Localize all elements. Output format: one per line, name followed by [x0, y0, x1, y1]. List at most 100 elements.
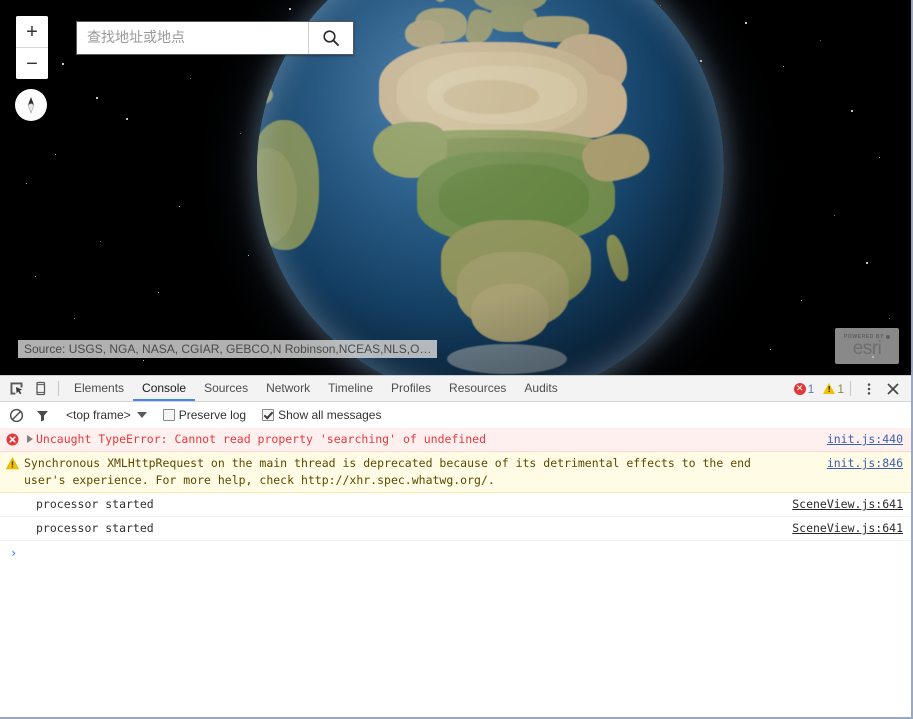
chevron-right-icon	[27, 435, 33, 443]
device-toolbar-icon	[35, 381, 45, 396]
star	[158, 292, 159, 293]
toolbar-divider-2	[850, 381, 851, 396]
console-message-row[interactable]: Synchronous XMLHttpRequest on the main t…	[0, 452, 911, 493]
filter-button[interactable]	[30, 403, 54, 427]
star	[783, 66, 784, 67]
preserve-log-label: Preserve log	[178, 408, 247, 422]
zoom-controls[interactable]: + −	[16, 16, 48, 79]
message-source-link[interactable]: SceneView.js:641	[792, 520, 903, 537]
tab-sources[interactable]: Sources	[195, 376, 257, 401]
expand-message-toggle[interactable]	[24, 431, 36, 443]
star	[700, 60, 702, 62]
close-devtools-button[interactable]	[881, 377, 905, 401]
star	[62, 63, 64, 65]
tab-timeline[interactable]: Timeline	[319, 376, 382, 401]
message-text: processor started	[36, 521, 154, 535]
star	[126, 118, 128, 120]
show-all-messages-checkbox[interactable]	[262, 409, 275, 421]
inspect-element-button[interactable]	[4, 377, 28, 401]
issue-counters: ✕ 1 1	[793, 381, 844, 396]
console-message-row[interactable]: Uncaught TypeError: Cannot read property…	[0, 428, 911, 452]
message-source-link[interactable]: init.js:440	[827, 431, 903, 448]
more-options-icon	[867, 382, 871, 395]
error-counter[interactable]: ✕ 1	[793, 381, 815, 396]
preserve-log-toggle[interactable]: Preserve log	[162, 408, 247, 422]
inspect-element-icon	[10, 382, 22, 395]
star	[248, 255, 249, 256]
star	[770, 349, 771, 350]
toolbar-divider	[58, 381, 59, 396]
execution-context-selector[interactable]: <top frame>	[66, 408, 147, 422]
error-icon: ✕	[793, 382, 806, 395]
tab-resources[interactable]: Resources	[440, 376, 515, 401]
star	[851, 110, 853, 112]
message-text: Uncaught TypeError: Cannot read property…	[36, 432, 487, 446]
search-submit-button[interactable]	[308, 22, 353, 54]
star	[889, 318, 890, 319]
map-attribution: Source: USGS, NGA, NASA, CGIAR, GEBCO,N …	[18, 340, 438, 358]
preserve-log-checkbox[interactable]	[162, 409, 175, 421]
browser-window: + − Source: USGS, NGA, NASA, CGIAR, GEBC…	[0, 0, 913, 719]
devtools-tab-bar: Elements Console Sources Network Timelin…	[65, 376, 567, 401]
warning-counter[interactable]: 1	[823, 382, 844, 396]
star	[660, 5, 661, 6]
execution-context-label: <top frame>	[66, 408, 131, 422]
error-count-label: 1	[807, 381, 815, 396]
warning-icon	[5, 457, 19, 470]
console-message-row[interactable]: processor started SceneView.js:641	[0, 517, 911, 541]
zoom-in-button[interactable]: +	[16, 16, 48, 47]
tab-console[interactable]: Console	[133, 376, 196, 401]
show-all-messages-label: Show all messages	[278, 408, 382, 422]
star	[820, 40, 821, 41]
tab-network[interactable]: Network	[257, 376, 319, 401]
message-level-gutter	[0, 455, 24, 470]
star	[74, 318, 75, 319]
search-widget[interactable]	[76, 21, 354, 55]
star	[745, 22, 747, 24]
show-all-messages-toggle[interactable]: Show all messages	[262, 408, 381, 422]
console-filter-bar: <top frame> Preserve log Show all messag…	[0, 402, 911, 429]
star	[179, 206, 180, 207]
clear-console-icon	[9, 408, 23, 422]
warning-icon	[823, 383, 836, 394]
clear-console-button[interactable]	[4, 403, 28, 427]
device-toolbar-button[interactable]	[28, 377, 52, 401]
message-level-gutter	[0, 520, 24, 522]
star	[26, 183, 27, 184]
message-text: Synchronous XMLHttpRequest on the main t…	[24, 456, 751, 487]
star	[834, 215, 835, 216]
close-icon	[887, 383, 899, 394]
prompt-caret-icon: ›	[10, 546, 18, 560]
tab-elements[interactable]: Elements	[65, 376, 133, 401]
more-options-button[interactable]	[857, 377, 881, 401]
star	[289, 8, 291, 10]
console-message-row[interactable]: processor started SceneView.js:641	[0, 493, 911, 517]
star	[240, 133, 241, 134]
scene-view-map[interactable]: + − Source: USGS, NGA, NASA, CGIAR, GEBC…	[0, 0, 911, 375]
zoom-out-button[interactable]: −	[16, 47, 48, 79]
message-level-gutter	[0, 431, 24, 446]
filter-icon	[36, 410, 48, 421]
search-input[interactable]	[77, 22, 308, 54]
star	[801, 300, 802, 301]
compass-north-arrow-icon	[20, 94, 42, 116]
message-source-link[interactable]: SceneView.js:641	[792, 496, 903, 513]
star	[866, 262, 868, 264]
star	[190, 78, 191, 79]
star	[143, 360, 144, 361]
message-level-gutter	[0, 496, 24, 498]
star	[96, 97, 98, 99]
esri-brand-label: esri	[852, 338, 882, 359]
star	[100, 241, 101, 242]
warning-count-label: 1	[837, 381, 844, 396]
compass-button[interactable]	[15, 89, 47, 121]
console-message-list[interactable]: Uncaught TypeError: Cannot read property…	[0, 428, 911, 717]
console-input-prompt[interactable]: ›	[0, 541, 911, 565]
globe-3d[interactable]	[257, 0, 724, 375]
esri-logo[interactable]: POWERED BY esri	[835, 328, 899, 364]
message-text: processor started	[36, 497, 154, 511]
tab-audits[interactable]: Audits	[515, 376, 566, 401]
message-source-link[interactable]: init.js:846	[827, 455, 903, 472]
tab-profiles[interactable]: Profiles	[382, 376, 440, 401]
search-icon	[323, 30, 339, 46]
